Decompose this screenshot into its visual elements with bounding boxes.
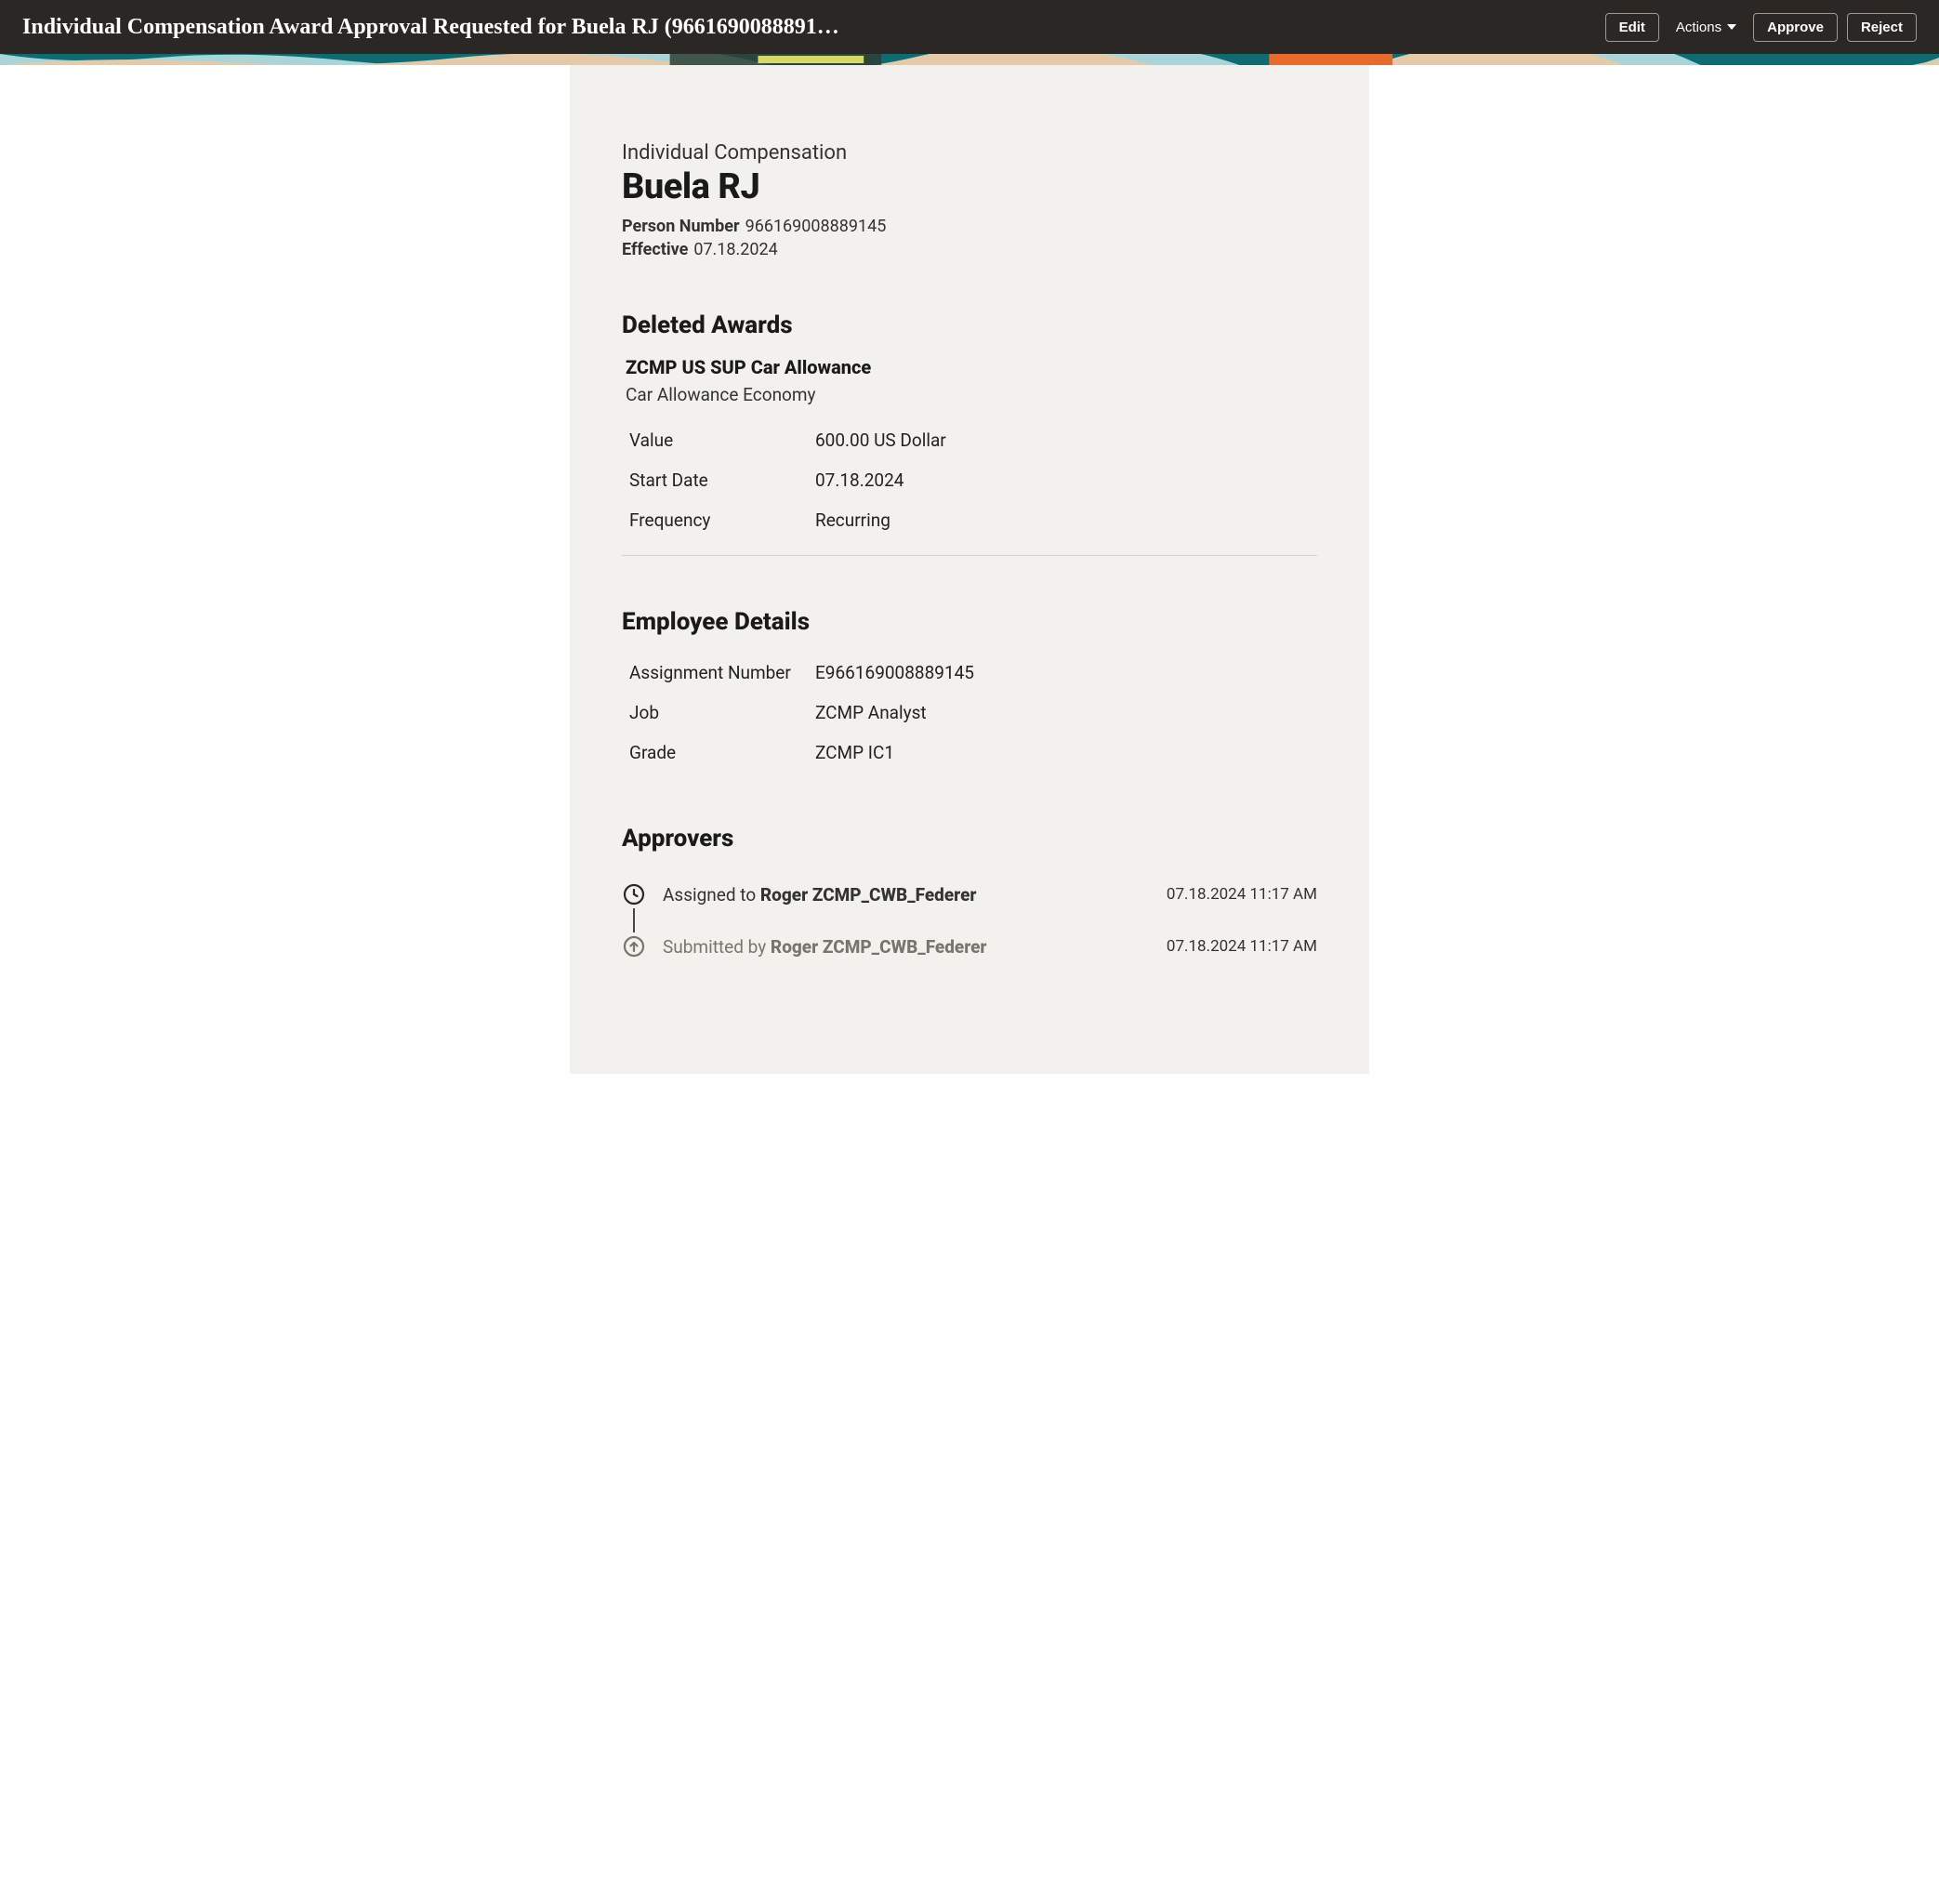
- timeline-connector: [633, 908, 635, 932]
- frequency-value: Recurring: [815, 509, 1317, 531]
- assigned-name: Roger ZCMP_CWB_Federer: [760, 884, 977, 906]
- effective-label: Effective: [622, 240, 688, 259]
- divider: [622, 555, 1317, 556]
- approvers-timeline: Assigned to Roger ZCMP_CWB_Federer 07.18…: [622, 879, 1317, 962]
- submitted-text: Submitted by Roger ZCMP_CWB_Federer: [663, 936, 1167, 958]
- person-number-line: Person Number 966169008889145: [622, 217, 1317, 236]
- deleted-awards-heading: Deleted Awards: [622, 311, 1317, 339]
- frequency-label: Frequency: [629, 509, 815, 531]
- section-label: Individual Compensation: [622, 141, 1317, 165]
- award-value-row: Value 600.00 US Dollar: [622, 420, 1317, 460]
- chevron-down-icon: [1727, 24, 1736, 30]
- approve-button[interactable]: Approve: [1753, 13, 1838, 42]
- assignment-number-value: E966169008889145: [815, 662, 1317, 683]
- approver-submitted-item: Submitted by Roger ZCMP_CWB_Federer 07.1…: [622, 931, 1317, 962]
- effective-line: Effective 07.18.2024: [622, 240, 1317, 259]
- submitted-date: 07.18.2024 11:17 AM: [1167, 937, 1317, 956]
- person-number-label: Person Number: [622, 217, 740, 236]
- value-value: 600.00 US Dollar: [815, 430, 1317, 451]
- person-number-value: 966169008889145: [745, 217, 887, 236]
- reject-button[interactable]: Reject: [1847, 13, 1917, 42]
- job-label: Job: [629, 702, 815, 723]
- effective-value: 07.18.2024: [693, 240, 777, 259]
- clock-icon: [622, 882, 646, 906]
- topbar: Individual Compensation Award Approval R…: [0, 0, 1939, 54]
- award-frequency-row: Frequency Recurring: [622, 500, 1317, 540]
- grade-value: ZCMP IC1: [815, 742, 1317, 763]
- start-date-value: 07.18.2024: [815, 469, 1317, 491]
- start-date-label: Start Date: [629, 469, 815, 491]
- assigned-text: Assigned to Roger ZCMP_CWB_Federer: [663, 884, 1167, 906]
- edit-button[interactable]: Edit: [1605, 13, 1659, 42]
- award-start-row: Start Date 07.18.2024: [622, 460, 1317, 500]
- person-name: Buela RJ: [622, 166, 1317, 207]
- assignment-number-label: Assignment Number: [629, 662, 815, 683]
- submitted-name: Roger ZCMP_CWB_Federer: [771, 936, 987, 958]
- page-title: Individual Compensation Award Approval R…: [22, 15, 1605, 40]
- value-label: Value: [629, 430, 815, 451]
- submitted-icon: [622, 934, 646, 959]
- employee-details-heading: Employee Details: [622, 608, 1317, 636]
- topbar-buttons: Edit Actions Approve Reject: [1605, 13, 1917, 42]
- notification-card: Individual Compensation Buela RJ Person …: [570, 65, 1369, 1074]
- approvers-heading: Approvers: [622, 825, 1317, 853]
- approver-assigned-item: Assigned to Roger ZCMP_CWB_Federer 07.18…: [622, 879, 1317, 910]
- assigned-prefix: Assigned to: [663, 884, 760, 906]
- assigned-date: 07.18.2024 11:17 AM: [1167, 885, 1317, 904]
- award-option: Car Allowance Economy: [626, 384, 1317, 405]
- actions-menu-button[interactable]: Actions: [1669, 14, 1744, 41]
- actions-label: Actions: [1676, 20, 1721, 35]
- hero-banner: [0, 54, 1939, 65]
- award-name: ZCMP US SUP Car Allowance: [626, 356, 1317, 378]
- job-row: Job ZCMP Analyst: [622, 693, 1317, 733]
- assignment-number-row: Assignment Number E966169008889145: [622, 653, 1317, 693]
- submitted-prefix: Submitted by: [663, 936, 771, 958]
- grade-label: Grade: [629, 742, 815, 763]
- job-value: ZCMP Analyst: [815, 702, 1317, 723]
- grade-row: Grade ZCMP IC1: [622, 733, 1317, 773]
